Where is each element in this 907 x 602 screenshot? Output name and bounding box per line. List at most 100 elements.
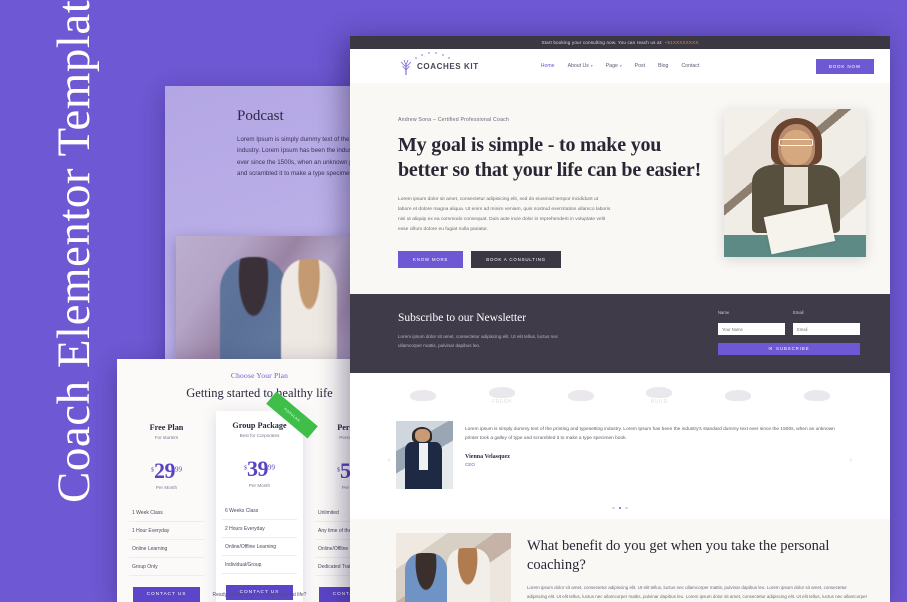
know-more-button[interactable]: KNOW MORE — [398, 250, 464, 268]
nav-item-about-us[interactable]: About Us ▾ — [568, 63, 593, 69]
poster-vertical-title: Coach Elementor Template Kit — [48, 0, 100, 503]
client-logo: BUILD — [632, 386, 686, 405]
photo-person-right — [446, 548, 491, 602]
photo-figure-right — [281, 259, 337, 364]
plan-period: Per Month — [155, 485, 178, 490]
plan-price: $2999 — [129, 460, 204, 482]
plan-feature: 1 Hour Everyday — [129, 522, 204, 540]
subscribe-button[interactable]: ✉ SUBSCRIBE — [718, 342, 860, 355]
nav-label: Blog — [658, 63, 669, 69]
pricing-plan-free[interactable]: Free Plan For starters $2999 Per Month 1… — [123, 415, 210, 602]
benefit-body-text: Lorem ipsum dolor sit amet, consectetur … — [527, 585, 868, 599]
newsletter-title: Subscribe to our Newsletter — [398, 311, 527, 324]
client-logo-mark — [646, 386, 673, 398]
nav-item-home[interactable]: Home — [541, 63, 555, 69]
chevron-down-icon: ▾ — [590, 64, 593, 68]
photo-figure-left — [220, 256, 287, 366]
book-now-button[interactable]: BOOK NOW — [815, 58, 874, 74]
nav-label: Contact — [681, 63, 700, 69]
photo-shirt — [418, 443, 428, 471]
photo-face — [415, 429, 430, 442]
name-label: Name — [718, 309, 730, 315]
testimonial-author-role: CEO — [465, 462, 475, 468]
nav-item-page[interactable]: Page ▾ — [606, 63, 622, 69]
plan-feature: Group Only — [129, 558, 204, 576]
client-logo-mark — [725, 389, 752, 401]
plan-decimals: 99 — [175, 465, 182, 474]
plan-features: 6 Weeks Class 2 Hours Everyday Online/Of… — [222, 502, 297, 574]
hero-title: My goal is simple - to make you better s… — [398, 134, 702, 182]
testimonial-next-icon[interactable]: › — [850, 457, 852, 464]
dotted-arc-icon — [415, 52, 450, 59]
testimonial-dot[interactable] — [612, 506, 615, 510]
main-nav: Home About Us ▾ Page ▾ Post Blog Contact — [541, 63, 700, 69]
photo-person-left — [405, 553, 447, 602]
client-logos-row: FRESH BUILD — [350, 372, 890, 415]
plan-subtitle: Best for Corporates — [239, 433, 280, 438]
client-logo — [554, 389, 608, 402]
plan-name: Group Package — [232, 421, 287, 430]
plan-feature: 6 Weeks Class — [222, 502, 297, 520]
nav-item-contact[interactable]: Contact — [681, 63, 699, 69]
hero-buttons: KNOW MORE BOOK A CONSULTING — [398, 250, 706, 268]
client-logo-mark — [803, 389, 830, 401]
hero-content: Andrew Sona – Certified Professional Coa… — [398, 105, 706, 268]
client-logo: FRESH — [475, 386, 529, 405]
testimonial-section: ‹ Lorem ipsum is simply dummy text of th… — [350, 414, 890, 503]
client-logo — [790, 389, 844, 402]
book-consulting-button[interactable]: BOOK A CONSULTING — [471, 250, 561, 268]
testimonial-prev-icon[interactable]: ‹ — [388, 457, 390, 464]
plan-feature: 2 Hours Everyday — [222, 520, 297, 538]
plan-period: Per Month — [248, 483, 271, 488]
plan-name: Free Plan — [149, 423, 184, 432]
podcast-photo — [176, 236, 361, 366]
plan-decimals: 99 — [268, 463, 275, 472]
name-input[interactable] — [718, 323, 785, 336]
testimonial-photo — [396, 420, 453, 489]
announcement-phone[interactable]: +91XXXXXXXX — [665, 40, 699, 45]
announcement-bar: Start booking your consulting now. You c… — [350, 36, 890, 49]
benefit-photo — [396, 533, 511, 602]
client-logo — [711, 389, 765, 402]
newsletter-form: Name Email ✉ SUBSCRIBE — [718, 310, 860, 355]
site-logo[interactable]: COACHES KIT — [398, 52, 479, 76]
nav-item-blog[interactable]: Blog — [658, 63, 668, 69]
plan-feature: 1 Week Class — [129, 504, 204, 522]
client-logo-mark — [410, 389, 436, 401]
announcement-text: Start booking your consulting now. You c… — [541, 40, 663, 45]
plan-features: 1 Week Class 1 Hour Everyday Online Lear… — [129, 504, 204, 576]
newsletter-fields: Name Email — [718, 310, 860, 336]
testimonial-dot[interactable] — [625, 506, 628, 510]
plan-feature: Online Learning — [129, 540, 204, 558]
plan-subtitle: For starters — [154, 435, 179, 440]
email-label: Email — [793, 309, 804, 315]
photo-shirt — [783, 166, 808, 206]
nav-label: Post — [634, 63, 646, 69]
newsletter-copy: Subscribe to our Newsletter Lorem ipsum … — [398, 310, 698, 351]
hero-body-text: Lorem ipsum dolor sit amet, consectetur … — [398, 197, 611, 232]
nav-item-post[interactable]: Post — [635, 63, 645, 69]
hero-photo — [724, 109, 866, 257]
logo-text: COACHES KIT — [417, 61, 479, 71]
nav-label: About Us — [567, 63, 589, 69]
plan-feature: Individual/Group — [222, 556, 297, 574]
testimonial-content: Lorem ipsum is simply dummy text of the … — [465, 421, 844, 468]
testimonial-quote: Lorem ipsum is simply dummy text of the … — [465, 426, 835, 441]
photo-glasses — [779, 138, 814, 146]
client-logo-mark — [567, 389, 594, 401]
client-logo-label: BUILD — [650, 398, 668, 405]
client-logo — [396, 389, 450, 402]
envelope-icon: ✉ — [768, 345, 774, 351]
chevron-down-icon: ▾ — [619, 64, 622, 68]
site-header: COACHES KIT Home About Us ▾ Page ▾ Post … — [350, 49, 890, 83]
pricing-plan-group[interactable]: POPULAR Group Package Best for Corporate… — [216, 391, 318, 602]
email-input[interactable] — [793, 323, 860, 336]
hero-section: Andrew Sona – Certified Professional Coa… — [350, 83, 890, 294]
testimonial-dot-active[interactable] — [618, 506, 622, 510]
plan-feature: Online/Offline Learning — [222, 538, 297, 556]
plan-amount: 39 — [247, 456, 269, 481]
benefit-content: What benefit do you get when you take th… — [527, 533, 868, 602]
newsletter-section: Subscribe to our Newsletter Lorem ipsum … — [350, 293, 890, 373]
subscribe-label: SUBSCRIBE — [776, 346, 810, 352]
newsletter-body-text: Lorem ipsum dolor sit amet, consectetur … — [398, 333, 559, 348]
